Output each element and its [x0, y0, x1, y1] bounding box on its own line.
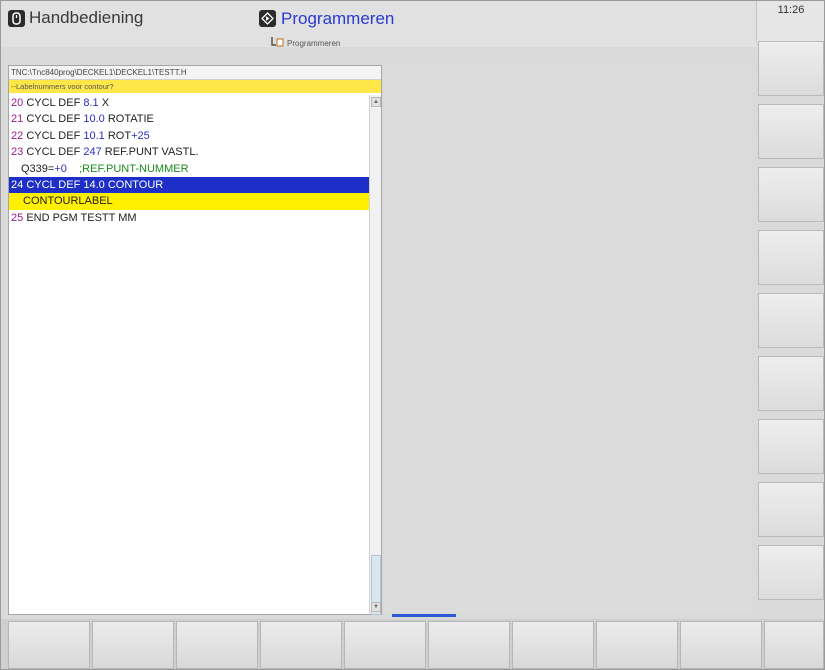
softkey-4[interactable]	[260, 621, 342, 669]
tab-indicator	[392, 614, 456, 617]
softkey-9[interactable]	[680, 621, 762, 669]
softkey-2[interactable]	[92, 621, 174, 669]
program-editor[interactable]: TNC:\Tnc840prog\DECKEL1\DECKEL1\TESTT.H …	[8, 65, 382, 615]
softkey-8[interactable]	[596, 621, 678, 669]
softkey-6[interactable]	[428, 621, 510, 669]
softkey-3[interactable]	[176, 621, 258, 669]
programming-subtitle: Programmeren	[287, 38, 341, 48]
hand-wheel-icon	[8, 9, 25, 27]
program-line[interactable]: Q339=+0 ;REF.PUNT-NUMMER	[9, 161, 370, 177]
scrollbar[interactable]: ▲ ▼	[369, 95, 381, 615]
vertical-softkey-1[interactable]	[758, 41, 824, 96]
program-arrow-icon	[259, 10, 276, 27]
vertical-softkey-2[interactable]	[758, 104, 824, 159]
manual-mode-title: Handbediening	[29, 8, 144, 27]
vertical-softkey-9[interactable]	[758, 545, 824, 600]
softkey-7[interactable]	[512, 621, 594, 669]
programming-title: Programmeren	[281, 9, 395, 28]
softkey-1[interactable]	[8, 621, 90, 669]
vertical-softkey-7[interactable]	[758, 419, 824, 474]
softkey-10[interactable]	[764, 621, 824, 669]
vertical-softkey-5[interactable]	[758, 293, 824, 348]
vertical-softkey-6[interactable]	[758, 356, 824, 411]
cnc-screen: Handbediening Programmeren Programmeren …	[0, 0, 825, 670]
program-line[interactable]: 20 CYCL DEF 8.1 X	[9, 95, 370, 111]
program-line[interactable]: 21 CYCL DEF 10.0 ROTATIE	[9, 111, 370, 127]
graphics-area	[384, 65, 752, 613]
scroll-down-icon[interactable]: ▼	[371, 602, 381, 612]
program-line[interactable]: 22 CYCL DEF 10.1 ROT+25	[9, 128, 370, 144]
file-path: TNC:\Tnc840prog\DECKEL1\DECKEL1\TESTT.H	[9, 66, 381, 80]
vertical-softkey-4[interactable]	[758, 230, 824, 285]
header: Handbediening Programmeren Programmeren	[1, 1, 756, 48]
mode-manual[interactable]: Handbediening	[8, 7, 143, 29]
softkey-5[interactable]	[344, 621, 426, 669]
contour-label-input[interactable]: CONTOURLABEL	[9, 193, 370, 210]
vertical-softkey-8[interactable]	[758, 482, 824, 537]
program-lines: 20 CYCL DEF 8.1 X 21 CYCL DEF 10.0 ROTAT…	[9, 95, 370, 226]
scroll-up-icon[interactable]: ▲	[371, 97, 381, 107]
program-line-selected[interactable]: 24 CYCL DEF 14.0 CONTOUR	[9, 176, 370, 194]
file-tree-icon	[271, 34, 284, 52]
vertical-softkey-3[interactable]	[758, 167, 824, 222]
program-line[interactable]: 23 CYCL DEF 247 REF.PUNT VASTL.	[9, 144, 370, 160]
dialog-prompt: --Labelnummers voor contour?	[9, 80, 381, 93]
program-line[interactable]: 25 END PGM TESTT MM	[9, 210, 370, 226]
clock: 11:26	[756, 1, 824, 41]
